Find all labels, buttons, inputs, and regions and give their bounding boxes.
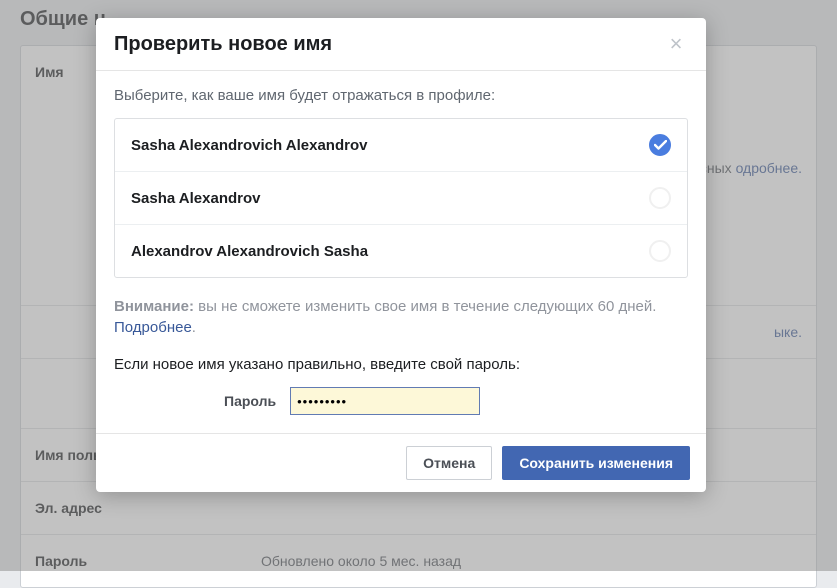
name-option-label: Sasha Alexandrov <box>131 190 261 207</box>
cancel-button[interactable]: Отмена <box>406 446 492 480</box>
warning-text: вы не сможете изменить свое имя в течени… <box>194 298 656 315</box>
dialog-title: Проверить новое имя <box>114 33 332 56</box>
warning-learn-more-link[interactable]: Подробнее <box>114 319 192 336</box>
name-option-label: Sasha Alexandrovich Alexandrov <box>131 137 367 154</box>
name-change-warning: Внимание: вы не сможете изменить свое им… <box>114 296 688 338</box>
name-options: Sasha Alexandrovich Alexandrov Sasha Ale… <box>114 118 688 278</box>
name-option-0[interactable]: Sasha Alexandrovich Alexandrov <box>115 119 687 172</box>
save-button[interactable]: Сохранить изменения <box>502 446 690 480</box>
radio-unselected-icon <box>649 187 671 209</box>
password-label: Пароль <box>224 393 276 409</box>
name-preview-dialog: Проверить новое имя × Выберите, как ваше… <box>96 18 706 492</box>
close-button[interactable]: × <box>664 32 688 56</box>
dialog-body: Выберите, как ваше имя будет отражаться … <box>96 71 706 415</box>
password-row: Пароль <box>114 387 688 415</box>
radio-selected-icon <box>649 134 671 156</box>
close-icon: × <box>670 31 683 57</box>
warning-label: Внимание: <box>114 298 194 315</box>
radio-unselected-icon <box>649 240 671 262</box>
confirm-password-prompt: Если новое имя указано правильно, введит… <box>114 356 688 373</box>
select-prompt: Выберите, как ваше имя будет отражаться … <box>114 87 688 104</box>
dialog-footer: Отмена Сохранить изменения <box>96 433 706 492</box>
name-option-2[interactable]: Alexandrov Alexandrovich Sasha <box>115 225 687 277</box>
password-input[interactable] <box>290 387 480 415</box>
name-option-label: Alexandrov Alexandrovich Sasha <box>131 243 368 260</box>
warning-dot: . <box>192 319 196 336</box>
dialog-header: Проверить новое имя × <box>96 18 706 71</box>
name-option-1[interactable]: Sasha Alexandrov <box>115 172 687 225</box>
